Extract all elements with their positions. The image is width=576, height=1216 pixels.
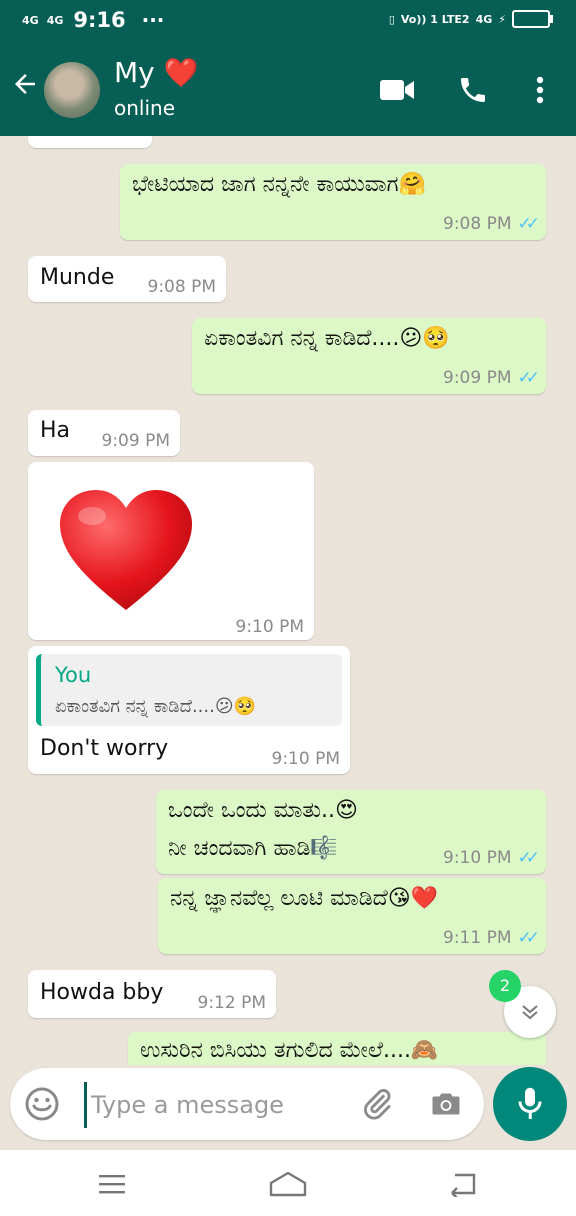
message-text: Don't worry bbox=[40, 736, 169, 761]
network-indicator-1: 4G bbox=[22, 13, 39, 27]
message-meta: 9:10 PM ✓✓ bbox=[443, 842, 540, 873]
volte-indicator: Vo)) 1 LTE2 bbox=[400, 12, 470, 26]
message-time: 9:09 PM bbox=[443, 368, 512, 388]
message-bubble-outgoing[interactable]: ನನ್ನ ಜ್ಞಾನವೆಲ್ಲ ಲೂಟಿ ಮಾಡಿದೆ😘❤️ 9:11 PM ✓✓ bbox=[158, 878, 546, 954]
status-bar: 4G 4G 9:16 ··· ▯ Vo)) 1 LTE2 4G ⚡ bbox=[0, 0, 576, 44]
status-right: ▯ Vo)) 1 LTE2 4G ⚡ bbox=[388, 10, 553, 28]
read-ticks-icon: ✓✓ bbox=[517, 368, 540, 388]
system-nav-bar bbox=[0, 1150, 576, 1216]
contact-name-text: My bbox=[114, 56, 155, 89]
arrow-left-icon[interactable] bbox=[10, 68, 40, 108]
phone-icon[interactable] bbox=[454, 72, 492, 108]
message-bubble-outgoing[interactable]: ಭೇಟಿಯಾದ ಜಾಗ ನನ್ನನೇ ಕಾಯುವಾಗ🤗 9:08 PM ✓✓ bbox=[120, 164, 546, 240]
more-vertical-icon[interactable] bbox=[526, 72, 554, 108]
message-text: Howda bby bbox=[40, 980, 164, 1005]
status-left: 4G 4G 9:16 ··· bbox=[22, 8, 164, 32]
message-composer bbox=[10, 1068, 484, 1140]
message-text-line2: ನೀ ಚಂದವಾಗಿ ಹಾಡಿ🎼 bbox=[168, 836, 338, 861]
network-indicator-3: 4G bbox=[475, 12, 493, 26]
quoted-message[interactable]: You ಏಕಾಂತವಿಗ ನನ್ನ ಕಾಡಿದೆ....😕🥺 bbox=[36, 654, 342, 726]
message-bubble-incoming[interactable]: Howda bby 9:12 PM bbox=[28, 970, 276, 1018]
microphone-icon bbox=[518, 1087, 542, 1119]
menu-icon[interactable] bbox=[90, 1164, 134, 1204]
chat-header: My ❤️ online bbox=[0, 44, 576, 136]
home-icon[interactable] bbox=[266, 1164, 310, 1204]
message-bubble-incoming[interactable]: Munde 9:08 PM bbox=[28, 256, 226, 302]
heart-emoji: ❤️ bbox=[163, 56, 199, 89]
message-bubble-outgoing[interactable]: ಏಕಾಂತವಿಗ ನನ್ನ ಕಾಡಿದೆ....😕🥺 9:09 PM ✓✓ bbox=[192, 318, 546, 394]
message-time: 9:10 PM bbox=[443, 848, 512, 868]
message-text: ಉಸುರಿನ ಬಿಸಿಯು ತಗುಲಿದ ಮೇಲೆ....🙈 bbox=[140, 1038, 439, 1063]
quoted-author: You bbox=[55, 663, 92, 687]
avatar[interactable] bbox=[44, 62, 100, 118]
message-bubble-outgoing[interactable]: ಒಂದೇ ಒಂದು ಮಾತು..😍 ನೀ ಚಂದವಾಗಿ ಹಾಡಿ🎼 9:10 … bbox=[156, 790, 546, 874]
emoji-icon[interactable] bbox=[24, 1086, 60, 1122]
contact-name[interactable]: My ❤️ bbox=[114, 56, 199, 89]
message-bubble-partial bbox=[28, 136, 152, 148]
unread-count-badge: 2 bbox=[489, 970, 521, 1002]
message-input[interactable] bbox=[84, 1082, 363, 1128]
message-time: 9:10 PM bbox=[271, 749, 341, 769]
status-time: 9:16 bbox=[73, 8, 126, 32]
message-bubble-outgoing[interactable]: ಉಸುರಿನ ಬಿಸಿಯು ತಗುಲಿದ ಮೇಲೆ....🙈 bbox=[128, 1032, 546, 1065]
network-indicator-2: 4G bbox=[46, 13, 64, 27]
camera-icon[interactable] bbox=[428, 1086, 464, 1122]
heart-emoji-icon bbox=[60, 490, 192, 610]
back-icon[interactable] bbox=[440, 1164, 484, 1204]
charging-icon: ⚡ bbox=[498, 12, 506, 26]
message-meta: 9:08 PM ✓✓ bbox=[443, 208, 540, 239]
message-text: Munde bbox=[40, 265, 115, 290]
vibrate-icon: ▯ bbox=[388, 12, 395, 26]
message-bubble-incoming[interactable]: Ha 9:09 PM bbox=[28, 410, 180, 456]
read-ticks-icon: ✓✓ bbox=[517, 214, 540, 234]
message-time: 9:10 PM bbox=[235, 617, 305, 637]
message-meta: 9:09 PM ✓✓ bbox=[443, 362, 540, 393]
message-time: 9:11 PM bbox=[443, 928, 512, 948]
quoted-text: ಏಕಾಂತವಿಗ ನನ್ನ ಕಾಡಿದೆ....😕🥺 bbox=[55, 696, 257, 717]
message-text: ಭೇಟಿಯಾದ ಜಾಗ ನನ್ನನೇ ಕಾಯುವಾಗ🤗 bbox=[132, 172, 426, 197]
message-meta: 9:11 PM ✓✓ bbox=[443, 922, 540, 953]
message-bubble-incoming-emoji[interactable]: 9:10 PM bbox=[28, 462, 314, 640]
message-text: ಏಕಾಂತವಿಗ ನನ್ನ ಕಾಡಿದೆ....😕🥺 bbox=[204, 326, 450, 351]
double-chevron-down-icon bbox=[522, 1005, 538, 1020]
battery-icon bbox=[512, 10, 553, 28]
read-ticks-icon: ✓✓ bbox=[517, 928, 540, 948]
message-text-line1: ಒಂದೇ ಒಂದು ಮಾತು..😍 bbox=[168, 798, 358, 823]
message-text: ನನ್ನ ಜ್ಞಾನವೆಲ್ಲ ಲೂಟಿ ಮಾಡಿದೆ😘❤️ bbox=[170, 886, 439, 911]
chat-area[interactable]: ಭೇಟಿಯಾದ ಜಾಗ ನನ್ನನೇ ಕಾಯುವಾಗ🤗 9:08 PM ✓✓ Mu… bbox=[0, 136, 576, 1065]
message-time: 9:12 PM bbox=[197, 993, 267, 1013]
message-time: 9:09 PM bbox=[101, 431, 171, 451]
message-time: 9:08 PM bbox=[147, 277, 217, 297]
video-camera-icon[interactable] bbox=[378, 72, 416, 108]
message-bubble-incoming-reply[interactable]: You ಏಕಾಂತವಿಗ ನನ್ನ ಕಾಡಿದೆ....😕🥺 Don't wor… bbox=[28, 646, 350, 774]
paperclip-icon[interactable] bbox=[360, 1086, 394, 1122]
microphone-button[interactable] bbox=[493, 1067, 567, 1141]
message-text: Ha bbox=[40, 418, 71, 443]
contact-status: online bbox=[114, 96, 176, 120]
read-ticks-icon: ✓✓ bbox=[517, 848, 540, 868]
status-dots: ··· bbox=[141, 8, 165, 32]
message-time: 9:08 PM bbox=[443, 214, 512, 234]
